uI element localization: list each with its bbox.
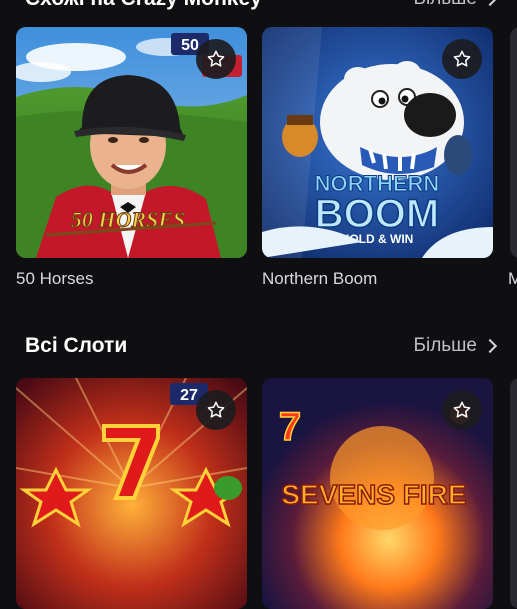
favorite-button[interactable] — [442, 39, 482, 79]
favorite-button[interactable] — [196, 390, 236, 430]
chevron-right-icon — [482, 0, 498, 7]
badge-number: 27 — [180, 387, 198, 404]
more-link[interactable]: Більше — [414, 0, 498, 14]
star-outline-icon — [453, 50, 471, 67]
game-card-50-horses[interactable]: 50 50 HORSES — [16, 27, 247, 258]
game-card-northern-boom[interactable]: NORTHERN BOOM HOLD & WIN — [262, 27, 493, 258]
game-logo: SEVENS FIRE — [281, 479, 466, 510]
more-label: Більше — [413, 335, 478, 356]
favorite-button[interactable] — [442, 390, 482, 430]
game-card-slot-27[interactable]: 27 — [16, 378, 247, 609]
all-slots-section-header: Всі Слоти Більше — [0, 331, 517, 361]
section-title: Всі Слоти — [25, 334, 128, 357]
game-logo-line2: BOOM — [315, 192, 439, 236]
favorite-button[interactable] — [196, 39, 236, 79]
badge-seven: 7 — [279, 405, 301, 449]
game-card-peek[interactable] — [510, 378, 517, 609]
section-title: Схожі на Crazy Monkey — [25, 0, 262, 14]
similar-section-header: Схожі на Crazy Monkey Більше — [0, 0, 517, 14]
chevron-right-icon — [482, 338, 498, 354]
star-outline-icon — [207, 50, 225, 67]
game-card-peek[interactable] — [510, 27, 517, 258]
game-name[interactable]: 50 Horses — [16, 269, 93, 289]
game-card-sevens-fire[interactable]: 7 SEVENS FIRE — [262, 378, 493, 609]
star-outline-icon — [453, 401, 471, 418]
game-name-peek[interactable]: M — [508, 269, 517, 289]
more-link[interactable]: Більше — [413, 331, 498, 361]
star-outline-icon — [207, 401, 225, 418]
game-name[interactable]: Northern Boom — [262, 269, 377, 289]
more-label: Більше — [414, 0, 478, 14]
